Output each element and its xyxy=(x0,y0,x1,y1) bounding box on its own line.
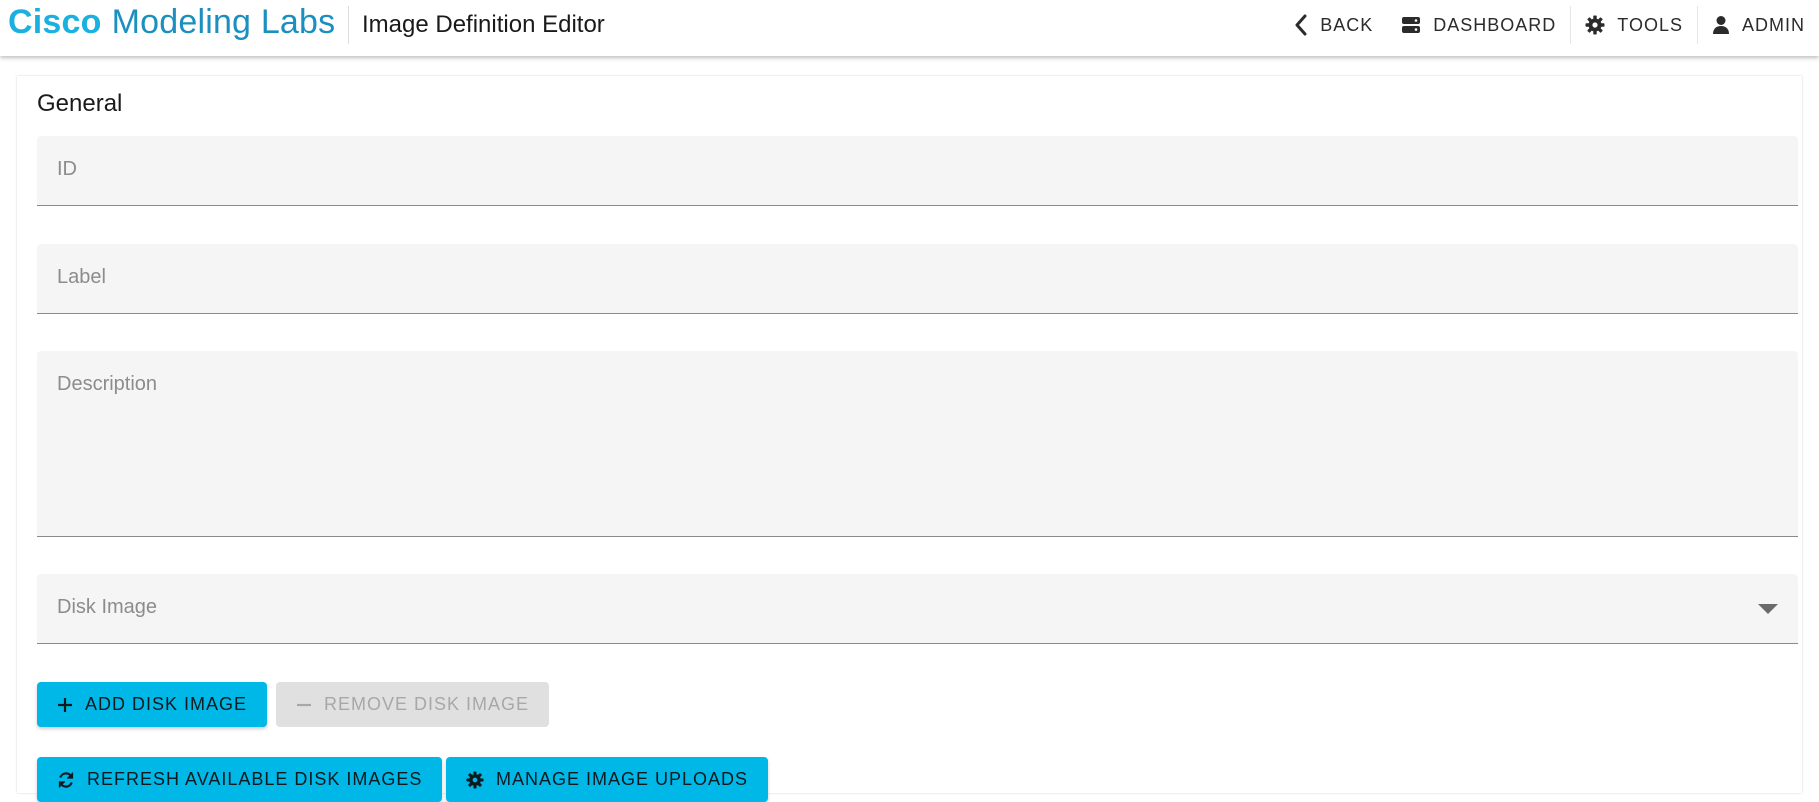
general-card: General ID Label Description Disk Image … xyxy=(17,76,1802,802)
manage-image-uploads-label: MANAGE IMAGE UPLOADS xyxy=(496,769,749,789)
admin-button[interactable]: ADMIN xyxy=(1698,0,1819,50)
description-field[interactable]: Description xyxy=(37,351,1798,537)
gear-icon xyxy=(1585,15,1605,35)
remove-disk-image-label: REMOVE DISK IMAGE xyxy=(324,694,530,714)
dashboard-button[interactable]: DASHBOARD xyxy=(1387,0,1570,50)
caret-down-icon[interactable] xyxy=(1758,604,1778,614)
header-nav: BACK DASHBOARD TOOLS ADMIN xyxy=(1280,0,1819,50)
dashboard-label: DASHBOARD xyxy=(1433,14,1557,35)
description-placeholder: Description xyxy=(57,373,158,395)
plus-icon xyxy=(58,697,72,712)
label-placeholder: Label xyxy=(57,266,106,288)
refresh-disk-images-label: REFRESH AVAILABLE DISK IMAGES xyxy=(87,769,423,789)
minus-icon xyxy=(297,703,311,706)
top-app-bar: Cisco Modeling Labs Image Definition Edi… xyxy=(0,0,1819,56)
refresh-disk-images-button[interactable]: REFRESH AVAILABLE DISK IMAGES xyxy=(37,757,443,802)
back-button[interactable]: BACK xyxy=(1280,0,1387,50)
back-label: BACK xyxy=(1320,14,1374,35)
label-field[interactable]: Label xyxy=(37,244,1798,314)
disk-image-select[interactable]: Disk Image xyxy=(37,574,1798,644)
refresh-icon xyxy=(58,771,74,788)
remove-disk-image-button[interactable]: REMOVE DISK IMAGE xyxy=(276,682,550,727)
header-divider xyxy=(348,6,349,44)
tools-button[interactable]: TOOLS xyxy=(1571,0,1697,50)
section-title: General xyxy=(37,90,123,117)
gear-icon xyxy=(466,770,484,789)
app-logo[interactable]: Cisco Modeling Labs xyxy=(8,0,335,44)
id-field[interactable]: ID xyxy=(37,136,1798,206)
disk-image-placeholder: Disk Image xyxy=(57,596,158,618)
tools-label: TOOLS xyxy=(1617,14,1683,35)
add-disk-image-button[interactable]: ADD DISK IMAGE xyxy=(37,682,268,727)
id-placeholder: ID xyxy=(57,158,77,180)
add-disk-image-label: ADD DISK IMAGE xyxy=(85,694,248,714)
chevron-left-icon xyxy=(1295,14,1307,36)
admin-label: ADMIN xyxy=(1742,14,1805,35)
brand-secondary: Modeling Labs xyxy=(111,2,336,41)
manage-image-uploads-button[interactable]: MANAGE IMAGE UPLOADS xyxy=(446,757,769,802)
user-icon xyxy=(1713,16,1729,34)
page-title: Image Definition Editor xyxy=(362,11,605,38)
server-icon xyxy=(1402,17,1421,33)
brand-primary: Cisco xyxy=(8,2,102,41)
